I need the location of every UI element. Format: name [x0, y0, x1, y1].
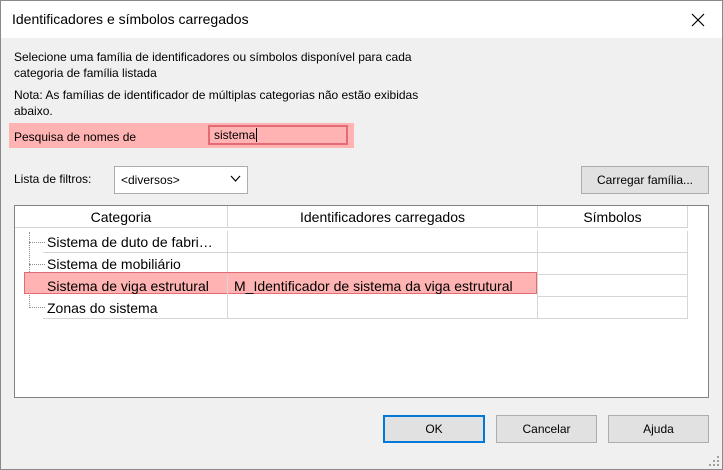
categories-table: Categoria Identificadores carregados Sím…	[14, 205, 709, 398]
filter-label: Lista de filtros:	[14, 172, 92, 186]
search-input[interactable]: sistema	[208, 125, 348, 145]
search-input-value: sistema	[214, 128, 256, 142]
row-category: Sistema de mobiliário	[47, 256, 181, 272]
ok-button[interactable]: OK	[383, 415, 485, 443]
tree-line	[29, 232, 30, 306]
column-header-category[interactable]: Categoria	[15, 206, 228, 228]
help-button[interactable]: Ajuda	[608, 415, 709, 443]
search-label: Pesquisa de nomes de	[14, 130, 137, 144]
window-title: Identificadores e símbolos carregados	[12, 11, 249, 27]
filter-selected: <diversos>	[121, 173, 180, 187]
column-header-tags[interactable]: Identificadores carregados	[228, 206, 538, 228]
instruction-line-1: Selecione uma família de identificadores…	[14, 50, 412, 64]
resize-grip-icon[interactable]	[708, 455, 720, 467]
row-category: Sistema de duto de fabri…	[47, 234, 213, 250]
title-bar: Identificadores e símbolos carregados	[1, 1, 722, 38]
note-line-1: Nota: As famílias de identificador de mú…	[14, 88, 419, 102]
row-category: Sistema de viga estrutural	[47, 278, 209, 294]
note-line-2: abaixo.	[14, 104, 53, 118]
cancel-button[interactable]: Cancelar	[496, 415, 597, 443]
close-button[interactable]	[686, 8, 710, 32]
dialog: Identificadores e símbolos carregados Se…	[0, 0, 723, 470]
row-tag: M_Identificador de sistema da viga estru…	[234, 278, 513, 294]
text-caret	[256, 128, 258, 142]
row-category: Zonas do sistema	[47, 300, 158, 316]
chevron-down-icon	[230, 175, 241, 182]
load-family-button[interactable]: Carregar família...	[581, 166, 709, 194]
close-icon	[691, 13, 705, 27]
filter-dropdown[interactable]: <diversos>	[114, 166, 248, 194]
column-header-symbols[interactable]: Símbolos	[538, 206, 688, 228]
instruction-line-2: categoria de família listada	[14, 66, 157, 80]
